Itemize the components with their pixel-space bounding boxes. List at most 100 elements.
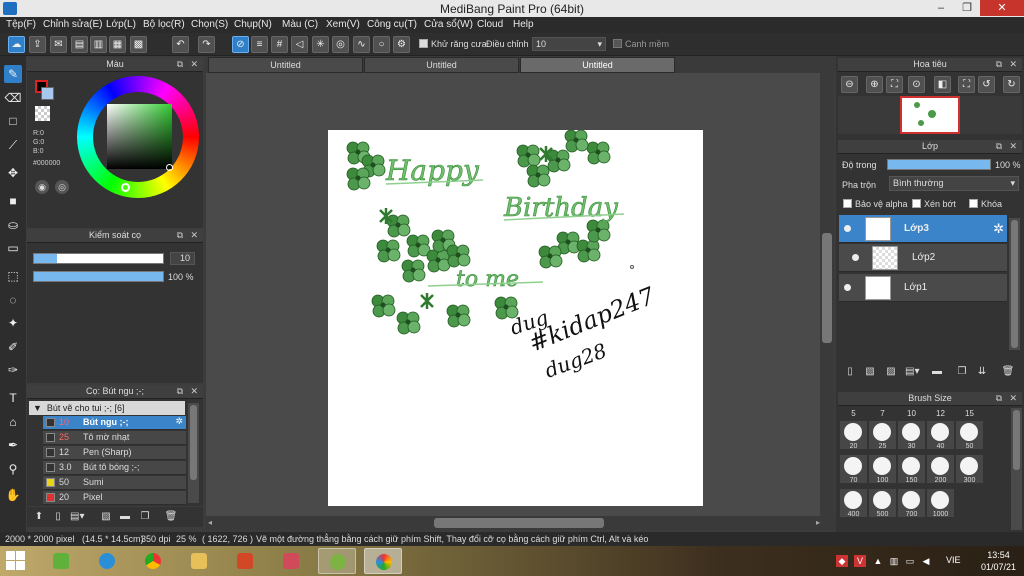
tab-document-3[interactable]: Untitled xyxy=(520,57,675,73)
tray-v-icon[interactable]: V xyxy=(854,555,866,567)
brush-size-preset[interactable]: 70 xyxy=(840,455,867,484)
tray-volume-icon[interactable]: ◀ xyxy=(920,555,932,567)
brush-size-preset[interactable]: 1000 xyxy=(927,489,954,518)
duplicate-icon[interactable]: ❐ xyxy=(955,365,969,379)
brush-size-value[interactable]: 10 xyxy=(170,252,195,265)
tiles-icon[interactable]: ▩ xyxy=(130,36,147,53)
new-brush-icon[interactable]: ▯ xyxy=(51,510,65,524)
close-icon[interactable]: ✕ xyxy=(1009,140,1017,153)
expand-icon[interactable]: ⧉ xyxy=(996,392,1002,405)
layer-row[interactable]: Lớp1 xyxy=(839,274,1007,302)
background-color-swatch[interactable] xyxy=(41,87,54,100)
comment-icon[interactable]: ✉ xyxy=(50,36,67,53)
add-brush-icon[interactable]: ⬆ xyxy=(32,510,46,524)
layer-opacity-slider[interactable] xyxy=(887,159,991,170)
system-clock[interactable]: 13:54 01/07/21 xyxy=(981,549,1016,573)
undo-icon[interactable]: ↶ xyxy=(172,36,189,53)
menu-cloud[interactable]: Cloud xyxy=(477,19,503,30)
brush-item[interactable]: 12 Pen (Sharp) xyxy=(43,446,186,460)
blend-mode-select[interactable]: Bình thường ▾ xyxy=(889,176,1019,191)
line-tool-icon[interactable]: ⟋ xyxy=(4,136,22,154)
brush-menu-icon[interactable]: ▤▾ xyxy=(70,510,84,524)
sv-picker-marker[interactable] xyxy=(166,164,173,171)
brush-item[interactable]: 10 Bút ngu ;-; ✲ xyxy=(43,416,186,430)
magic-wand-icon[interactable]: ✦ xyxy=(4,314,22,332)
chrome-taskbar-icon[interactable] xyxy=(134,548,172,574)
eyedropper-icon[interactable]: ⚲ xyxy=(4,460,22,478)
actual-size-icon[interactable]: ⊙ xyxy=(908,76,925,93)
menu-select[interactable]: Chọn(S) xyxy=(191,19,228,30)
lasso-tool-icon[interactable]: ◌ xyxy=(4,291,22,309)
protect-alpha-checkbox[interactable]: Bảo vệ alpha xyxy=(843,199,908,209)
vertical-scroll-thumb[interactable] xyxy=(822,233,832,343)
palette-add-icon[interactable]: ◎ xyxy=(55,180,69,194)
transparent-color-swatch[interactable] xyxy=(35,106,50,121)
brush-tool-icon[interactable]: ✎ xyxy=(4,65,22,83)
menu-window[interactable]: Cửa sổ(W) xyxy=(424,19,473,30)
gradient-tool-icon[interactable]: ▭ xyxy=(4,239,22,257)
menu-layer[interactable]: Lớp(L) xyxy=(106,19,136,30)
rotate-left-icon[interactable]: ↺ xyxy=(978,76,995,93)
layer-row[interactable]: Lớp2 xyxy=(839,244,1007,272)
tab-document-1[interactable]: Untitled xyxy=(208,57,363,73)
dropper-tool-icon[interactable]: ✒ xyxy=(4,436,22,454)
layer-add-menu-icon[interactable]: ▤▾ xyxy=(905,365,919,379)
zoom-in-icon[interactable]: ⊕ xyxy=(866,76,883,93)
brush-size-preset[interactable]: 100 xyxy=(869,455,896,484)
layer-list-scrollbar[interactable] xyxy=(1009,218,1020,350)
explorer-taskbar-icon[interactable] xyxy=(180,548,218,574)
close-icon[interactable]: ✕ xyxy=(1009,58,1017,71)
new-layer-icon[interactable]: ▯ xyxy=(843,365,857,379)
antialias-checkbox[interactable]: Khử răng cưa xyxy=(419,39,487,49)
gear-icon[interactable]: ✲ xyxy=(175,416,183,427)
bucket-tool-icon[interactable]: ⛀ xyxy=(4,216,22,234)
flip-icon[interactable]: ◧ xyxy=(934,76,951,93)
no-snap-icon[interactable]: ⊘ xyxy=(232,36,249,53)
brush-size-scrollbar[interactable] xyxy=(1011,408,1022,530)
circle-snap-icon[interactable]: ○ xyxy=(373,36,390,53)
brush-size-preset[interactable]: 150 xyxy=(898,455,925,484)
settings-icon[interactable]: ⚙ xyxy=(393,36,410,53)
fill-rect-icon[interactable]: ■ xyxy=(4,192,22,210)
perspective-icon[interactable]: ◁ xyxy=(291,36,308,53)
text-tool-icon[interactable]: T xyxy=(4,389,22,407)
rotate-right-icon[interactable]: ↻ xyxy=(1003,76,1020,93)
clipping-checkbox[interactable]: Xén bớt xyxy=(912,199,956,209)
eraser-tool-icon[interactable]: ⌫ xyxy=(4,89,22,107)
palette-icon[interactable]: ◉ xyxy=(35,180,49,194)
menu-help[interactable]: Help xyxy=(513,19,534,30)
tab-document-2[interactable]: Untitled xyxy=(364,57,519,73)
close-button[interactable]: ✕ xyxy=(980,0,1024,16)
brush-size-preset[interactable]: 400 xyxy=(840,489,867,518)
scroll-right-icon[interactable]: ▸ xyxy=(816,518,820,527)
menu-view[interactable]: Xem(V) xyxy=(326,19,360,30)
brush-size-preset[interactable]: 700 xyxy=(898,489,925,518)
brush-item[interactable]: 20 Pixel xyxy=(43,491,186,505)
brush-size-preset[interactable]: 500 xyxy=(869,489,896,518)
powerpoint-taskbar-icon[interactable] xyxy=(226,548,264,574)
hand-tool-icon[interactable]: ✋ xyxy=(4,486,22,504)
drawing-canvas[interactable]: Happy Birthday to me dug #kidap247 dug28 xyxy=(328,129,703,506)
fit-icon[interactable]: ⛶ xyxy=(886,76,903,93)
expand-icon[interactable]: ⧉ xyxy=(996,58,1002,71)
input-language[interactable]: VIE xyxy=(946,555,961,565)
brush-size-preset[interactable]: 30 xyxy=(898,421,925,450)
page-icon[interactable]: ▥ xyxy=(90,36,107,53)
upload-icon[interactable]: ⇪ xyxy=(29,36,46,53)
duplicate-icon[interactable]: ❐ xyxy=(138,510,152,524)
select-pen-icon[interactable]: ✐ xyxy=(4,338,22,356)
tray-network-icon[interactable]: ▥ xyxy=(888,555,900,567)
brush-size-preset[interactable]: 200 xyxy=(927,455,954,484)
tray-up-arrow-icon[interactable]: ▲ xyxy=(872,555,884,567)
navigator-preview[interactable] xyxy=(900,96,960,134)
canh-mem-checkbox[interactable]: Canh mềm xyxy=(613,39,669,49)
menu-capture[interactable]: Chụp(N) xyxy=(234,19,272,30)
close-icon[interactable]: ✕ xyxy=(190,385,198,398)
divide-tool-icon[interactable]: ⌂ xyxy=(4,413,22,431)
brush-size-preset[interactable]: 40 xyxy=(927,421,954,450)
brush-size-preset[interactable]: 50 xyxy=(956,421,983,450)
eye-icon[interactable] xyxy=(844,225,851,232)
move-tool-icon[interactable]: ✥ xyxy=(4,164,22,182)
menu-edit[interactable]: Chỉnh sửa(E) xyxy=(43,19,103,30)
windows-start-icon[interactable] xyxy=(6,551,26,571)
